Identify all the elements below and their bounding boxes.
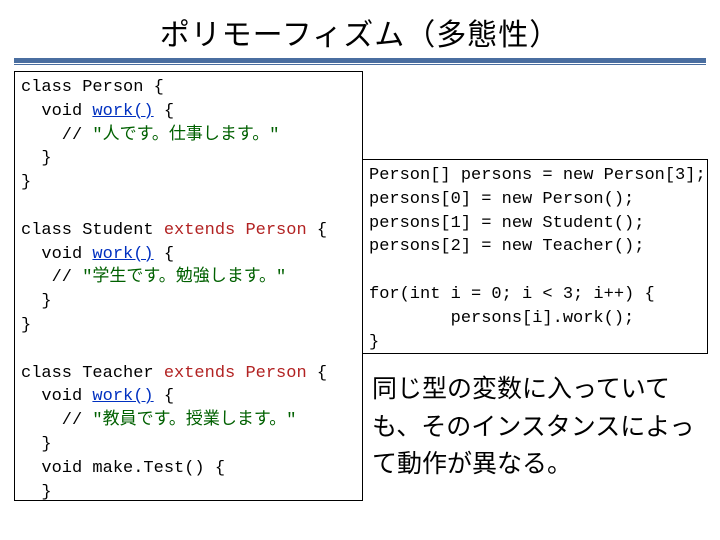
code-method: work() <box>92 245 153 264</box>
code-line: void <box>21 245 92 264</box>
caption-text: 同じ型の変数に入っていても、そのインスタンスによって動作が異なる。 <box>372 371 710 484</box>
code-line: persons[i].work(); <box>369 309 634 328</box>
code-line: class Teacher <box>21 364 164 383</box>
code-line: class Person { <box>21 78 164 97</box>
code-method: work() <box>92 102 153 121</box>
code-line: } <box>21 149 52 168</box>
code-line: } <box>21 173 31 192</box>
title-rule-thick <box>14 58 706 63</box>
code-line: { <box>307 221 327 240</box>
code-method: work() <box>92 387 153 406</box>
code-extends: extends Person <box>164 364 307 383</box>
code-line: { <box>154 245 174 264</box>
code-line: void make.Test() { <box>21 459 225 478</box>
code-line: // <box>21 268 82 287</box>
slide-title: ポリモーフィズム（多態性） <box>14 10 706 54</box>
title-area: ポリモーフィズム（多態性） <box>14 10 706 54</box>
code-line: void <box>21 387 92 406</box>
code-string: "人です。仕事します。" <box>92 126 279 145</box>
code-string: "教員です。授業します。" <box>92 411 296 430</box>
code-line: } <box>21 435 52 454</box>
code-line: // <box>21 126 92 145</box>
code-line: } <box>21 316 31 335</box>
code-line: persons[1] = new Student(); <box>369 214 644 233</box>
slide: ポリモーフィズム（多態性） class Person { void work()… <box>0 0 720 540</box>
code-line: { <box>154 387 174 406</box>
code-line: } <box>21 483 52 501</box>
code-line: } <box>369 333 379 352</box>
code-left: class Person { void work() { // "人です。仕事し… <box>14 71 363 501</box>
code-line: // <box>21 411 92 430</box>
code-line: { <box>154 102 174 121</box>
title-rule-thin <box>14 64 706 65</box>
code-extends: extends Person <box>164 221 307 240</box>
code-line: } <box>21 292 52 311</box>
code-line: { <box>307 364 327 383</box>
code-line: void <box>21 102 92 121</box>
code-line: persons[0] = new Person(); <box>369 190 634 209</box>
content-area: class Person { void work() { // "人です。仕事し… <box>14 71 706 511</box>
code-line: class Student <box>21 221 164 240</box>
code-right: Person[] persons = new Person[3]; person… <box>362 159 708 354</box>
code-line: for(int i = 0; i < 3; i++) { <box>369 285 655 304</box>
code-line: persons[2] = new Teacher(); <box>369 237 644 256</box>
code-string: "学生です。勉強します。" <box>82 268 286 287</box>
code-line: Person[] persons = new Person[3]; <box>369 166 706 185</box>
